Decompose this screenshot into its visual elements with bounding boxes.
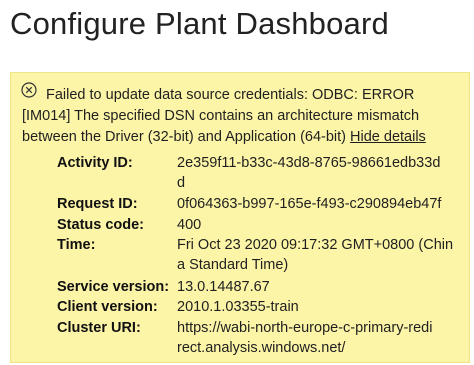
error-message-line-3: between the Driver (32-bit) and Applicat…: [22, 127, 426, 147]
cluster-uri-value-line-2: rect.analysis.windows.net/: [177, 340, 346, 356]
dialog-title: Configure Plant Dashboard: [10, 6, 389, 41]
time-label: Time:: [57, 237, 96, 253]
cluster-uri-label: Cluster URI:: [57, 320, 141, 336]
error-message-line-2: [IM014] The specified DSN contains an ar…: [22, 108, 420, 124]
request-id-label: Request ID:: [57, 196, 138, 212]
detail-row-cluster-uri: Cluster URI: https://wabi-north-europe-c…: [57, 318, 432, 356]
client-version-value: 2010.1.03355-train: [177, 299, 299, 315]
time-value-line-2: a Standard Time): [177, 257, 289, 273]
configure-dialog: Configure Plant Dashboard Failed to upda…: [0, 0, 474, 365]
detail-row-request-id: Request ID: 0f064363-b997-165e-f493-c290…: [57, 194, 441, 214]
client-version-label: Client version:: [57, 299, 158, 315]
hide-details-link[interactable]: Hide details: [350, 129, 426, 145]
detail-row-time: Time: Fri Oct 23 2020 09:17:32 GMT+0800 …: [57, 235, 453, 273]
detail-row-status-code: Status code: 400: [57, 215, 201, 235]
time-value-line-1: Fri Oct 23 2020 09:17:32 GMT+0800 (Chin: [177, 237, 454, 253]
cluster-uri-value: https://wabi-north-europe-c-primary-redi…: [177, 318, 474, 358]
error-circle-x-icon: [21, 82, 37, 98]
cluster-uri-value-line-1: https://wabi-north-europe-c-primary-redi: [177, 320, 433, 336]
detail-row-client-version: Client version: 2010.1.03355-train: [57, 297, 299, 317]
service-version-label: Service version:: [57, 279, 170, 295]
detail-row-service-version: Service version: 13.0.14487.67: [57, 277, 270, 297]
status-code-label: Status code:: [57, 217, 145, 233]
status-code-value: 400: [177, 217, 202, 233]
request-id-value: 0f064363-b997-165e-f493-c290894eb47f: [177, 196, 442, 212]
activity-id-value: 2e359f11-b33c-43d8-8765-98661edb33d d: [177, 153, 474, 193]
service-version-value: 13.0.14487.67: [177, 279, 270, 295]
activity-id-value-line-2: d: [177, 175, 186, 191]
activity-id-value-line-1: 2e359f11-b33c-43d8-8765-98661edb33d: [177, 155, 441, 171]
detail-row-activity-id: Activity ID: 2e359f11-b33c-43d8-8765-986…: [57, 153, 440, 191]
error-message-line-1: Failed to update data source credentials…: [46, 87, 415, 103]
error-message-line-3-text: between the Driver (32-bit) and Applicat…: [22, 129, 346, 145]
time-value: Fri Oct 23 2020 09:17:32 GMT+0800 (Chin …: [177, 235, 474, 275]
error-banner: Failed to update data source credentials…: [10, 72, 470, 363]
activity-id-label: Activity ID:: [57, 155, 133, 171]
